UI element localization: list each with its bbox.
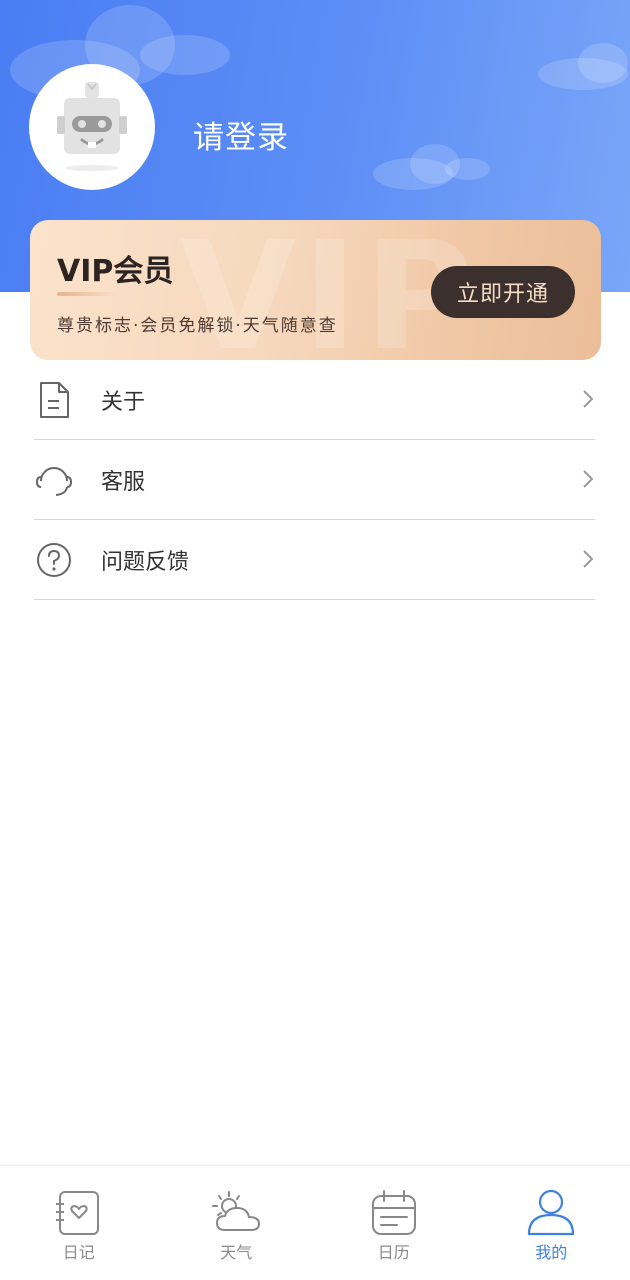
robot-avatar-icon (57, 82, 127, 171)
tab-label-diary: 日记 (62, 1243, 95, 1262)
menu-label-about: 关于 (101, 389, 146, 415)
vip-underline (57, 292, 117, 296)
tab-diary[interactable]: 日记 (0, 1166, 158, 1280)
settings-menu: 关于 客服 问题反馈 (34, 360, 595, 600)
headset-icon (34, 460, 74, 500)
chevron-right-icon (583, 390, 594, 408)
bottom-tab-bar: 日记 天气 日历 我的 (0, 1165, 630, 1280)
tab-label-profile: 我的 (535, 1243, 568, 1262)
calendar-icon (371, 1190, 416, 1235)
vip-title: VIP会员 (57, 254, 174, 289)
menu-item-about[interactable]: 关于 (34, 360, 595, 440)
diary-icon (55, 1191, 99, 1235)
menu-item-feedback[interactable]: 问题反馈 (34, 520, 595, 600)
tab-weather[interactable]: 天气 (158, 1166, 316, 1280)
menu-label-customer-service: 客服 (101, 469, 146, 495)
menu-item-customer-service[interactable]: 客服 (34, 440, 595, 520)
cloud-decoration (445, 158, 490, 180)
cloud-decoration (140, 35, 230, 75)
tab-label-weather: 天气 (220, 1243, 253, 1262)
vip-card[interactable]: VIP VIP会员 尊贵标志·会员免解锁·天气随意查 立即开通 (30, 220, 601, 360)
tab-label-calendar: 日历 (377, 1243, 410, 1262)
user-icon (528, 1189, 575, 1236)
document-icon (34, 380, 74, 420)
weather-icon (212, 1191, 261, 1231)
cloud-decoration (578, 43, 628, 83)
question-circle-icon (34, 540, 74, 580)
chevron-right-icon (583, 550, 594, 568)
avatar[interactable] (29, 64, 155, 190)
vip-activate-button[interactable]: 立即开通 (431, 266, 575, 318)
vip-description: 尊贵标志·会员免解锁·天气随意查 (57, 316, 338, 336)
tab-profile[interactable]: 我的 (473, 1166, 630, 1280)
login-prompt[interactable]: 请登录 (193, 112, 289, 157)
menu-label-feedback: 问题反馈 (101, 549, 190, 575)
chevron-right-icon (583, 470, 594, 488)
tab-calendar[interactable]: 日历 (315, 1166, 473, 1280)
